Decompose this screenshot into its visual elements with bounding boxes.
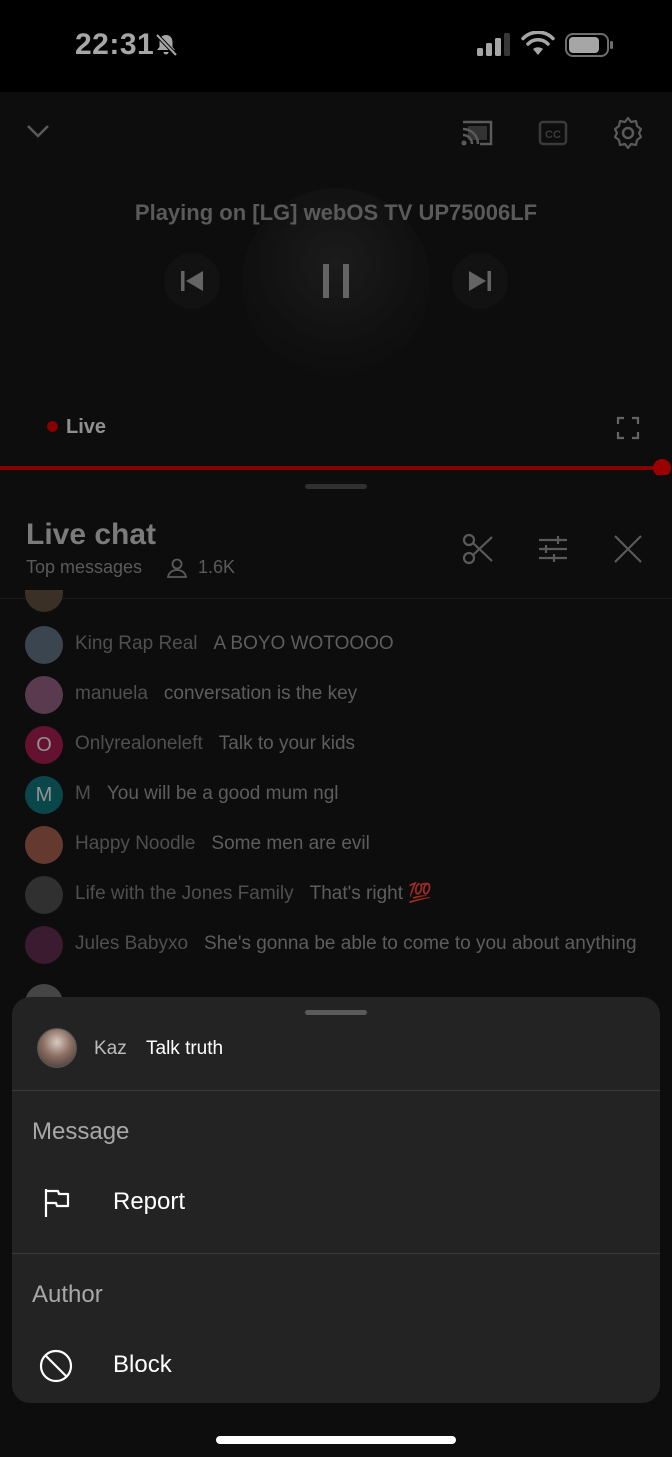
flag-icon xyxy=(44,1189,70,1217)
block-button[interactable] xyxy=(12,1332,660,1398)
section-title-message: Message xyxy=(32,1118,130,1145)
sheet-divider xyxy=(12,1253,660,1254)
block-label: Block xyxy=(113,1351,172,1378)
report-label: Report xyxy=(113,1188,186,1215)
block-icon xyxy=(39,1349,73,1383)
home-indicator[interactable] xyxy=(216,1436,456,1444)
avatar xyxy=(37,1028,77,1068)
section-title-author: Author xyxy=(32,1281,103,1308)
sheet-message-text: Talk truth xyxy=(146,1038,224,1059)
sheet-drag-handle[interactable] xyxy=(305,1010,367,1015)
report-button[interactable] xyxy=(12,1170,660,1236)
sheet-divider xyxy=(12,1090,660,1091)
sheet-message-author: Kaz xyxy=(94,1038,127,1059)
